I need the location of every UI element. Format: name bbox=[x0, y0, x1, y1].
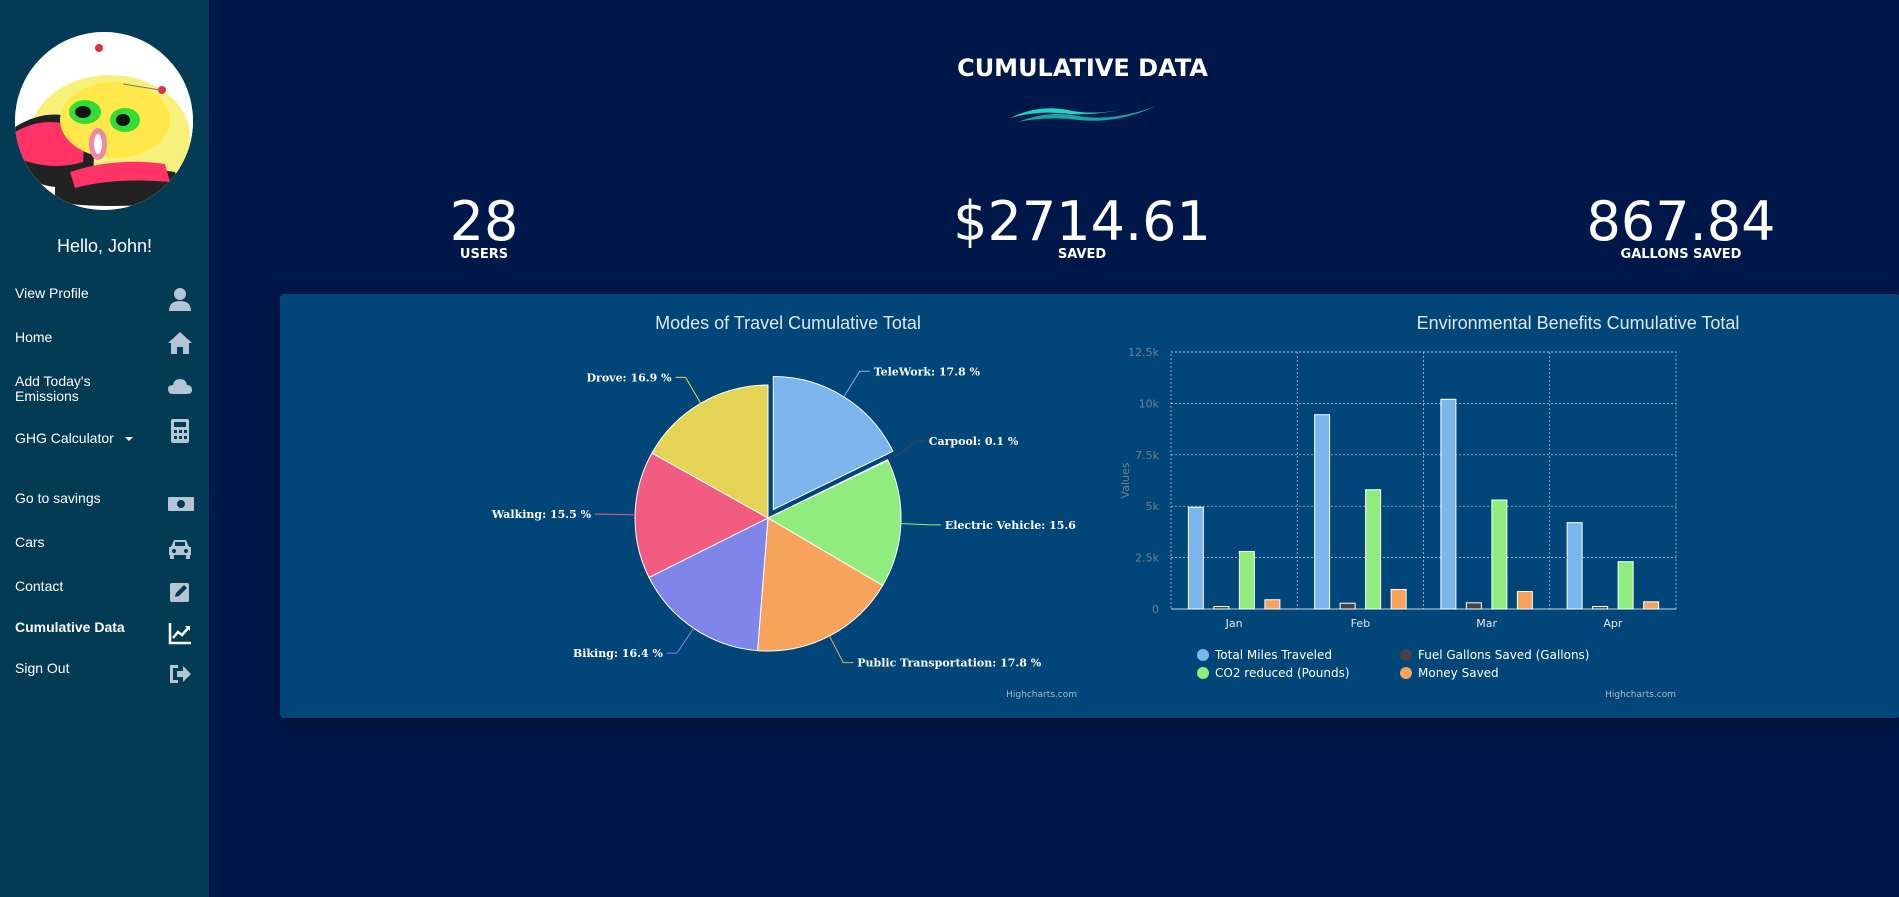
pie-data-label: Electric Vehicle: 15.6 % bbox=[945, 519, 1080, 532]
avatar-image bbox=[15, 32, 193, 210]
pie-connector bbox=[675, 376, 702, 404]
nav-home[interactable]: Home bbox=[15, 330, 195, 356]
x-tick-label: Mar bbox=[1476, 617, 1497, 630]
legend-marker bbox=[1400, 667, 1412, 679]
sign-out-icon bbox=[170, 665, 191, 683]
pie-data-label: TeleWork: 17.8 % bbox=[874, 365, 981, 378]
nav-ghg-calculator[interactable]: GHG Calculator bbox=[15, 418, 195, 446]
legend-marker bbox=[1197, 667, 1209, 679]
page-title: CUMULATIVE DATA bbox=[957, 54, 1208, 82]
bar-money-saved bbox=[1516, 591, 1533, 610]
stat-gallons-saved: 867.84 GALLONS SAVED bbox=[1531, 192, 1831, 262]
legend-item: Fuel Gallons Saved (Gallons) bbox=[1418, 648, 1590, 662]
legend-item: Money Saved bbox=[1418, 666, 1499, 680]
nav-label: Go to savings bbox=[15, 490, 101, 506]
sidebar: Hello, John! View Profile Home Add Today… bbox=[0, 0, 209, 897]
nav-add-emissions[interactable]: Add Today's Emissions bbox=[15, 374, 195, 404]
pie-connector bbox=[595, 513, 636, 516]
y-tick-label: 10k bbox=[1139, 397, 1160, 410]
stat-value: 28 bbox=[449, 190, 519, 253]
y-tick-label: 7.5k bbox=[1135, 449, 1159, 462]
pie-connector bbox=[887, 440, 925, 461]
user-icon bbox=[169, 288, 191, 311]
avatar[interactable] bbox=[15, 32, 193, 210]
pie-data-label: Carpool: 0.1 % bbox=[929, 435, 1019, 448]
x-tick-label: Feb bbox=[1351, 617, 1370, 630]
legend-marker bbox=[1197, 649, 1209, 661]
nav-cars[interactable]: Cars bbox=[15, 535, 195, 561]
nav-contact[interactable]: Contact bbox=[15, 579, 195, 605]
edit-icon bbox=[170, 583, 189, 602]
bar-co2-reduced-pounds- bbox=[1238, 550, 1255, 610]
nav-cumulative-data[interactable]: Cumulative Data bbox=[15, 620, 195, 646]
pie-chart: Modes of Travel Cumulative Total TeleWork… bbox=[491, 313, 1080, 700]
nav-label: Home bbox=[15, 329, 53, 345]
y-tick-label: 0 bbox=[1152, 603, 1159, 616]
stat-value: $2714.61 bbox=[953, 190, 1211, 253]
nav-label: Add Today's Emissions bbox=[15, 373, 91, 404]
legend-item: Total Miles Traveled bbox=[1214, 648, 1332, 662]
pie-data-label: Walking: 15.5 % bbox=[491, 508, 592, 521]
bar-total-miles-traveled bbox=[1566, 522, 1583, 610]
nav-label: Sign Out bbox=[15, 660, 70, 676]
cloud-icon bbox=[168, 379, 192, 394]
calculator-icon bbox=[171, 419, 189, 443]
pie-data-label: Public Transportation: 17.8 % bbox=[857, 657, 1041, 670]
home-icon bbox=[168, 332, 192, 354]
y-tick-label: 2.5k bbox=[1135, 552, 1159, 565]
car-icon bbox=[169, 540, 191, 559]
bar-total-miles-traveled bbox=[1440, 398, 1457, 610]
money-icon bbox=[168, 497, 194, 511]
bar-fuel-gallons-saved-gallons- bbox=[1339, 602, 1356, 610]
pie-chart-title: Modes of Travel Cumulative Total bbox=[655, 313, 921, 333]
stat-saved: $2714.61 SAVED bbox=[932, 192, 1232, 262]
chart-line-icon bbox=[168, 623, 191, 645]
greeting: Hello, John! bbox=[56, 236, 153, 256]
caret-down-icon bbox=[125, 437, 133, 441]
pie-connector bbox=[828, 635, 854, 664]
bar-co2-reduced-pounds- bbox=[1365, 489, 1382, 610]
stat-caption: USERS bbox=[459, 247, 509, 262]
stat-value: 867.84 bbox=[1586, 190, 1776, 253]
bar-fuel-gallons-saved-gallons- bbox=[1592, 606, 1609, 610]
bar-co2-reduced-pounds- bbox=[1617, 561, 1634, 610]
legend-item: CO2 reduced (Pounds) bbox=[1215, 666, 1350, 680]
charts-panel: Modes of Travel Cumulative Total TeleWork… bbox=[280, 294, 1899, 718]
bar-fuel-gallons-saved-gallons- bbox=[1465, 602, 1482, 610]
nav-view-profile[interactable]: View Profile bbox=[15, 286, 195, 312]
highcharts-credit: Highcharts.com bbox=[1006, 690, 1077, 700]
x-tick-label: Apr bbox=[1603, 617, 1623, 630]
y-axis-label: Values bbox=[1119, 462, 1132, 498]
pie-data-label: Drove: 16.9 % bbox=[587, 371, 673, 384]
bar-total-miles-traveled bbox=[1314, 414, 1331, 610]
bar-fuel-gallons-saved-gallons- bbox=[1213, 606, 1230, 610]
nav-label: GHG Calculator bbox=[15, 430, 114, 446]
pie-connector bbox=[666, 628, 695, 654]
nav-label: Cars bbox=[15, 534, 45, 550]
legend-marker bbox=[1400, 649, 1412, 661]
stat-caption: GALLONS SAVED bbox=[1620, 247, 1742, 262]
bar-chart: Environmental Benefits Cumulative Total 0… bbox=[1119, 313, 1740, 700]
bar-total-miles-traveled bbox=[1187, 506, 1204, 610]
nav-label: Cumulative Data bbox=[15, 619, 125, 635]
nav-label: View Profile bbox=[15, 285, 89, 301]
nav-go-to-savings[interactable]: Go to savings bbox=[15, 491, 195, 515]
wave-decoration bbox=[1010, 102, 1156, 122]
y-tick-label: 5k bbox=[1146, 500, 1160, 513]
nav-sign-out[interactable]: Sign Out bbox=[15, 661, 195, 687]
bar-co2-reduced-pounds- bbox=[1491, 499, 1508, 610]
bar-chart-title: Environmental Benefits Cumulative Total bbox=[1417, 313, 1740, 333]
pie-connector bbox=[843, 370, 870, 398]
pie-connector bbox=[900, 523, 941, 526]
nav-label: Contact bbox=[15, 578, 64, 594]
x-tick-label: Jan bbox=[1225, 617, 1243, 630]
bar-money-saved bbox=[1390, 588, 1407, 610]
bar-money-saved bbox=[1264, 599, 1281, 610]
highcharts-credit: Highcharts.com bbox=[1605, 690, 1676, 700]
stat-users: 28 USERS bbox=[334, 192, 634, 262]
bar-money-saved bbox=[1643, 601, 1660, 610]
pie-data-label: Biking: 16.4 % bbox=[573, 647, 663, 660]
y-tick-label: 12.5k bbox=[1128, 346, 1159, 359]
